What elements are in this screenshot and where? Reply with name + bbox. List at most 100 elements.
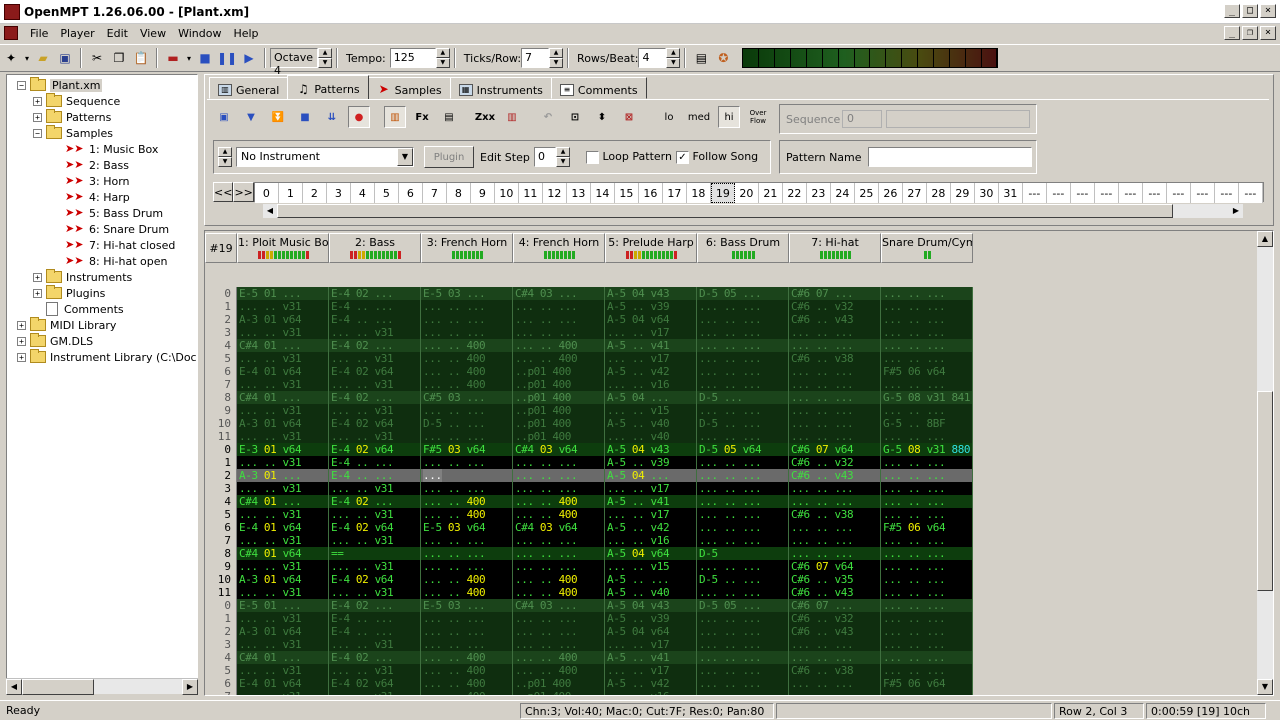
pattern-cell[interactable]: ... .. v31	[329, 378, 421, 391]
order-item[interactable]: 2	[302, 183, 327, 203]
pattern-cell[interactable]: ... .. ...	[697, 300, 789, 313]
pattern-row[interactable]: 10 A-3 01 v64 E-4 02 v64... .. 400... .. 4…	[205, 573, 973, 586]
order-item[interactable]: 28	[926, 183, 951, 203]
stop-icon[interactable]: ■	[195, 48, 215, 68]
pattern-row[interactable]: 7... .. v31... .. v31... .. 400..p01 400…	[205, 378, 973, 391]
new-pattern-icon[interactable]: ▣	[213, 106, 235, 128]
pattern-cell[interactable]: C#4 03 v64	[513, 443, 605, 456]
pattern-cell[interactable]: ... .. v17	[605, 638, 697, 651]
edit-step-spinner[interactable]: 0 ▲ ▼	[534, 147, 570, 167]
pattern-cell[interactable]: ... .. ...	[881, 625, 973, 638]
pattern-cell[interactable]: A-5 .. v42	[605, 521, 697, 534]
pattern-cell[interactable]: ... .. ...	[697, 339, 789, 352]
pattern-cell[interactable]: ... .. ...	[697, 430, 789, 443]
pattern-cell[interactable]: A-5 .. v40	[605, 417, 697, 430]
pattern-cell[interactable]: F#5 03 v64	[421, 443, 513, 456]
pattern-cell[interactable]: A-5 .. v39	[605, 612, 697, 625]
pattern-cell[interactable]: ... .. v31	[329, 482, 421, 495]
pattern-cell[interactable]: C#6 .. v43	[789, 313, 881, 326]
pattern-cell[interactable]: ... .. 400	[421, 664, 513, 677]
pattern-cell[interactable]: A-3 01 ...	[237, 469, 329, 482]
pattern-play-from-start-icon[interactable]: ⏬	[267, 106, 289, 128]
pattern-cell[interactable]: C#4 03 ...	[513, 287, 605, 300]
order-item[interactable]: 30	[974, 183, 999, 203]
copy-icon[interactable]: ❐	[109, 48, 129, 68]
overflow-button[interactable]: Over Flow	[745, 106, 771, 128]
pattern-cell[interactable]: ... .. v31	[237, 560, 329, 573]
pattern-cell[interactable]: C#6 .. v32	[789, 300, 881, 313]
pattern-cell[interactable]: ... .. ...	[697, 651, 789, 664]
pattern-cell[interactable]: ... .. v16	[605, 690, 697, 695]
pattern-cell[interactable]: ... .. ...	[789, 690, 881, 695]
pattern-cell[interactable]: ... .. ...	[697, 612, 789, 625]
pattern-cell[interactable]: ... .. ...	[789, 677, 881, 690]
pattern-cell[interactable]: ... .. v31	[329, 664, 421, 677]
tree-item[interactable]: ➤➤ 8: Hi-hat open	[65, 253, 167, 269]
scroll-down-icon[interactable]: ▼	[1257, 679, 1273, 695]
pattern-cell[interactable]: ... .. v31	[237, 378, 329, 391]
pattern-cell[interactable]: D-5 ...	[697, 391, 789, 404]
tree-item[interactable]: + GM.DLS	[17, 333, 93, 349]
pattern-cell[interactable]: A-5 04 v43	[605, 287, 697, 300]
pattern-cell[interactable]: ... .. ...	[789, 391, 881, 404]
pattern-cell[interactable]: D-5 .. ...	[697, 417, 789, 430]
ticks-spinner[interactable]: 7 ▲ ▼	[521, 48, 564, 68]
pattern-cell[interactable]: ... .. v31	[329, 326, 421, 339]
order-item[interactable]: ---	[1214, 183, 1239, 203]
pattern-cell[interactable]: ... .. ...	[881, 326, 973, 339]
pattern-row[interactable]: 7... .. v31... .. v31... .. ...... .. ..…	[205, 534, 973, 547]
pattern-cell[interactable]: ..p01 400	[513, 365, 605, 378]
pattern-cell[interactable]: ... .. ...	[421, 482, 513, 495]
scroll-right-icon[interactable]: ▶	[182, 679, 198, 695]
pattern-cell[interactable]: F#5 06 v64	[881, 677, 973, 690]
play-icon[interactable]: ▶	[239, 48, 259, 68]
pattern-row[interactable]: 1... .. v31 E-4 .. ...... .. ...... .. ..…	[205, 456, 973, 469]
order-item[interactable]: 24	[830, 183, 855, 203]
tempo-value[interactable]: 125	[389, 48, 436, 68]
scroll-up-icon[interactable]: ▲	[1257, 231, 1273, 247]
expand-icon[interactable]: +	[17, 336, 26, 346]
pattern-row[interactable]: 11... .. v31... .. v31... .. ... ..p01 40…	[205, 430, 973, 443]
shrink-pattern-icon[interactable]: ⬍	[591, 106, 613, 128]
pattern-cell[interactable]: ... .. ...	[513, 547, 605, 560]
pattern-cell[interactable]: ..p01 400	[513, 391, 605, 404]
pattern-cell[interactable]: ... .. ...	[881, 404, 973, 417]
pattern-cell[interactable]: ... .. 400	[421, 651, 513, 664]
order-item[interactable]: ---	[1238, 183, 1263, 203]
record-icon[interactable]: ●	[348, 106, 370, 128]
pattern-cell[interactable]: ..p01 400	[513, 417, 605, 430]
pattern-cell[interactable]: ... .. ...	[697, 456, 789, 469]
expand-icon[interactable]: +	[33, 288, 42, 298]
pattern-cell[interactable]: E-4 02 v64	[329, 443, 421, 456]
pattern-cell[interactable]: ... .. ...	[697, 365, 789, 378]
metronome-icon[interactable]: ✪	[713, 48, 733, 68]
pattern-cell[interactable]: C#4 01 ...	[237, 391, 329, 404]
pattern-cell[interactable]: ... .. v31	[329, 352, 421, 365]
pattern-cell[interactable]: C#6 .. v43	[789, 586, 881, 599]
pattern-cell[interactable]: E-5 03 ...	[421, 599, 513, 612]
order-item[interactable]: ---	[1070, 183, 1095, 203]
instrument-dropdown[interactable]: No Instrument ▼	[236, 147, 414, 167]
pattern-cell[interactable]: ... .. 400	[513, 664, 605, 677]
pattern-cell[interactable]: E-4 01 v64	[237, 677, 329, 690]
tree-item[interactable]: ➤➤ 5: Bass Drum	[65, 205, 163, 221]
order-item[interactable]: 22	[782, 183, 807, 203]
pattern-cell[interactable]: ... .. ...	[789, 404, 881, 417]
pattern-cell[interactable]: ... .. 400	[421, 586, 513, 599]
collapse-icon[interactable]: −	[33, 128, 42, 138]
spacing-hi-button[interactable]: hi	[718, 106, 740, 128]
tree-item[interactable]: ➤➤ 7: Hi-hat closed	[65, 237, 175, 253]
pattern-cell[interactable]: D-5 05 v64	[697, 443, 789, 456]
pattern-cell[interactable]: G-5 .. 8BF	[881, 417, 973, 430]
pattern-cell[interactable]: C#4 03 ...	[513, 599, 605, 612]
mdi-minimize-button[interactable]: _	[1224, 26, 1240, 40]
tree-item[interactable]: + Patterns	[33, 109, 111, 125]
order-item[interactable]: 16	[638, 183, 663, 203]
pattern-cell[interactable]: ... .. ...	[513, 313, 605, 326]
pattern-cell[interactable]: E-4 02 v64	[329, 365, 421, 378]
pattern-row[interactable]: 0 E-3 01 v64 E-4 02 v64 F#5 03 v64 C#4 03 v6…	[205, 443, 973, 456]
pattern-row[interactable]: 1... .. v31 E-4 .. ...... .. ...... .. ..…	[205, 300, 973, 313]
pattern-cell[interactable]: A-5 .. v42	[605, 677, 697, 690]
pattern-cell[interactable]: E-4 .. ...	[329, 456, 421, 469]
instrument-spinner[interactable]: ▲ ▼	[218, 147, 232, 167]
